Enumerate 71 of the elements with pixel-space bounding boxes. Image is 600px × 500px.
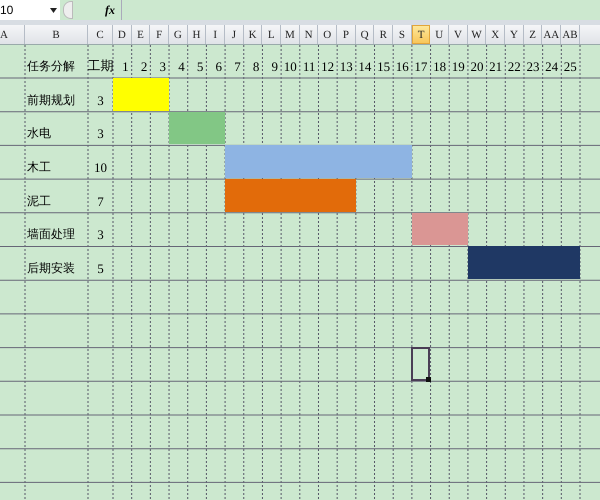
table-cell-text: 4: [177, 59, 186, 76]
table-cell-text: 3: [97, 92, 104, 110]
column-header[interactable]: E: [132, 25, 150, 44]
table-cell-text: 后期安装: [26, 260, 76, 278]
table-cell-text: 2: [140, 59, 148, 76]
column-header[interactable]: W: [468, 25, 486, 44]
column-header[interactable]: C: [88, 25, 113, 44]
function-button[interactable]: fx: [105, 2, 117, 18]
column-header[interactable]: K: [244, 25, 262, 44]
table-cell-text: 18: [432, 59, 448, 76]
table-cell-text: 泥工: [26, 192, 52, 210]
table-cell-text: 10: [94, 160, 107, 178]
table-cell-text: 19: [450, 59, 466, 76]
table-cell-text: 3: [97, 126, 104, 144]
table-cell-text: 24: [544, 59, 560, 76]
column-header[interactable]: O: [318, 25, 338, 44]
column-header[interactable]: A: [0, 25, 25, 44]
column-header[interactable]: H: [188, 25, 206, 44]
column-header[interactable]: AB: [561, 25, 580, 44]
table-cell-text: 水电: [26, 125, 52, 142]
table-cell-text: 22: [506, 59, 522, 76]
table-cell-text: 11: [302, 59, 316, 76]
table-cell-text: 23: [525, 59, 540, 76]
column-header[interactable]: Q: [356, 25, 374, 44]
table-cell-text: 6: [214, 59, 224, 76]
table-cell-text: 8: [252, 59, 260, 76]
column-header[interactable]: Y: [505, 25, 524, 44]
column-header[interactable]: N: [300, 25, 318, 44]
table-cell-text: 木工: [26, 159, 52, 176]
column-header[interactable]: U: [430, 25, 450, 44]
column-header[interactable]: F: [150, 25, 170, 44]
table-cell-text: 13: [338, 59, 354, 76]
table-cell-text: 10: [282, 59, 298, 76]
table-cell-text: 7: [97, 194, 104, 211]
column-header[interactable]: I: [206, 25, 226, 44]
table-cell-text: 21: [488, 59, 504, 76]
table-cell-text: 7: [233, 59, 242, 76]
column-header[interactable]: V: [449, 25, 468, 44]
table-cell-text: 工期: [88, 57, 114, 75]
table-cell-text: 1: [121, 59, 130, 76]
table-cell-text: 3: [158, 59, 168, 76]
name-box[interactable]: 10: [0, 0, 60, 20]
column-header[interactable]: J: [225, 25, 244, 44]
column-header[interactable]: L: [262, 25, 282, 44]
table-cell-text: 20: [469, 59, 484, 76]
table-cell-text: 14: [357, 59, 372, 76]
column-header[interactable]: M: [281, 25, 300, 44]
column-header[interactable]: B: [25, 25, 88, 44]
table-cell-text: 15: [376, 59, 392, 76]
table-cell-text: 17: [413, 59, 428, 76]
column-header[interactable]: Z: [524, 25, 542, 44]
table-cell-text: 5: [196, 59, 204, 76]
table-cell-text: 3: [97, 227, 104, 244]
dropdown-icon[interactable]: [50, 8, 57, 12]
column-header[interactable]: D: [113, 25, 132, 44]
resize-handle[interactable]: [63, 1, 73, 19]
table-cell-text: 任务分解: [26, 58, 76, 75]
table-cell-text: 墙面处理: [26, 226, 76, 244]
table-cell-text: 5: [97, 261, 104, 278]
cell-cursor[interactable]: [410, 346, 430, 382]
column-header[interactable]: R: [374, 25, 394, 44]
table-cell-text: 16: [394, 59, 410, 76]
column-header[interactable]: T: [412, 25, 430, 44]
column-header[interactable]: AA: [542, 25, 562, 44]
table-cell-text: 25: [562, 59, 578, 76]
table-cell-text: 前期规划: [26, 92, 76, 109]
column-header[interactable]: X: [486, 25, 506, 44]
table-cell-text: 12: [320, 59, 336, 76]
table-cell-text: 9: [270, 59, 280, 76]
column-header[interactable]: G: [169, 25, 188, 44]
column-header[interactable]: P: [337, 25, 356, 44]
